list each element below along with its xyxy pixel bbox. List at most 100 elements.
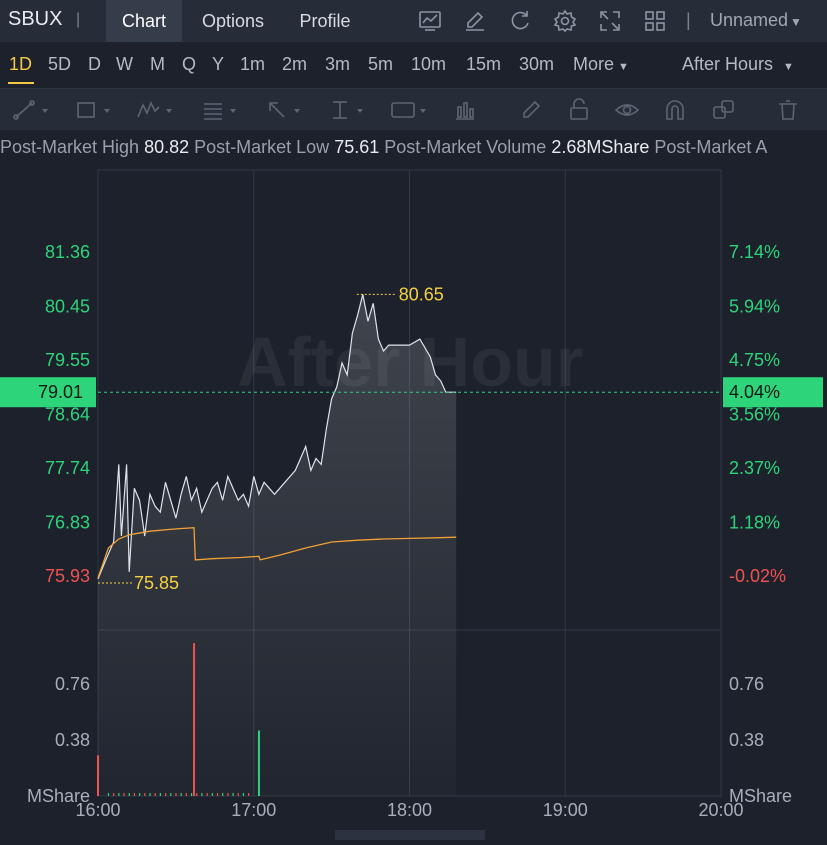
active-interval-underline <box>8 82 34 84</box>
session-label: After Hours <box>682 54 774 74</box>
interval-q[interactable]: Q <box>182 54 196 75</box>
drawing-toolbar <box>0 88 827 130</box>
volume-bar <box>144 793 146 796</box>
current-price-text: 79.01 <box>38 382 83 402</box>
time-tick-label: 16:00 <box>75 800 120 820</box>
rectangle-icon[interactable] <box>72 97 112 123</box>
eye-icon[interactable] <box>614 97 654 123</box>
measure-icon[interactable] <box>325 97 365 123</box>
ticker-symbol[interactable]: SBUX <box>8 8 62 31</box>
percent-tick-label: 5.94% <box>729 296 780 316</box>
volume-bar <box>133 793 136 796</box>
interval-30m[interactable]: 30m <box>519 54 554 75</box>
percent-tick-label: 2.37% <box>729 458 780 478</box>
trend-line-icon[interactable] <box>10 97 50 123</box>
interval-y[interactable]: Y <box>212 54 224 75</box>
trash-icon[interactable] <box>776 97 816 123</box>
volume-bar <box>107 793 110 796</box>
text-annotation-icon[interactable] <box>388 97 428 123</box>
pencil-icon[interactable] <box>518 97 558 123</box>
volume-bar <box>227 793 229 796</box>
chart-area[interactable]: After Hour 81.36 7.14% 80.45 5.94% 79.55 4.75… <box>0 160 827 840</box>
volume-bar <box>248 793 250 796</box>
price-chart-svg[interactable]: After Hour 81.36 7.14%80.45 5.94%79.55 4.75… <box>0 160 827 840</box>
indicator-icon[interactable] <box>450 97 490 123</box>
price-tick-label: 81.36 <box>45 242 90 262</box>
refresh-icon[interactable] <box>507 8 533 34</box>
arrow-icon[interactable] <box>262 97 302 123</box>
time-tick-label: 18:00 <box>387 800 432 820</box>
price-tick-label: 78.64 <box>45 404 90 424</box>
volume-bar <box>242 793 245 796</box>
lock-icon[interactable] <box>566 97 606 123</box>
layout-name-dropdown[interactable]: Unnamed ▼ <box>710 10 802 31</box>
layout-grid-icon[interactable] <box>642 8 668 34</box>
volume-tick-label: 0.38 <box>55 730 90 750</box>
percent-tick-label: 3.56% <box>729 404 780 424</box>
stat-value: 80.82 <box>144 137 190 157</box>
tab-options[interactable]: Options <box>186 0 280 42</box>
volume-bar <box>190 793 193 796</box>
fibonacci-icon[interactable] <box>198 97 238 123</box>
stat-label: Post-Market High <box>0 137 140 157</box>
volume-bar <box>159 793 161 796</box>
volume-bar <box>211 793 213 796</box>
chart-indicator-icon[interactable] <box>417 8 443 34</box>
stat-label: Post-Market Low <box>194 137 330 157</box>
interval-5d[interactable]: 5D <box>48 54 71 75</box>
interval-w[interactable]: W <box>116 54 133 75</box>
interval-2m[interactable]: 2m <box>282 54 307 75</box>
interval-5m[interactable]: 5m <box>368 54 393 75</box>
edit-icon[interactable] <box>462 8 488 34</box>
ticker-separator: | <box>76 11 81 28</box>
volume-bar <box>206 793 208 796</box>
interval-1m[interactable]: 1m <box>240 54 265 75</box>
volume-tick-label: 0.76 <box>55 674 90 694</box>
percent-tick-label: -0.02% <box>729 566 786 586</box>
price-tick-label: 80.45 <box>45 296 90 316</box>
stat-label: Post-Market A <box>654 137 768 157</box>
tab-chart[interactable]: Chart <box>106 0 182 42</box>
settings-icon[interactable] <box>552 8 578 34</box>
volume-bar <box>232 793 234 796</box>
volume-bar <box>185 793 187 796</box>
layout-separator: | <box>686 10 691 30</box>
interval-m[interactable]: M <box>150 54 165 75</box>
chevron-down-icon: ▼ <box>783 61 794 73</box>
magnet-icon[interactable] <box>662 97 702 123</box>
volume-bar <box>216 793 219 796</box>
interval-15m[interactable]: 15m <box>466 54 501 75</box>
interval-3m[interactable]: 3m <box>325 54 350 75</box>
volume-bar <box>222 793 224 796</box>
chevron-down-icon: ▼ <box>790 15 802 29</box>
volume-bar <box>139 793 141 796</box>
volume-bar <box>201 793 203 796</box>
interval-d[interactable]: D <box>88 54 101 75</box>
volume-bar <box>180 793 182 796</box>
session-dropdown[interactable]: After Hours ▼ <box>682 54 794 75</box>
interval-10m[interactable]: 10m <box>411 54 446 75</box>
fullscreen-icon[interactable] <box>597 8 623 34</box>
price-tick-label: 76.83 <box>45 512 90 532</box>
percent-tick-label: 7.14% <box>729 242 780 262</box>
top-bar: SBUX | Chart Options Profile | Unnamed ▼ <box>0 0 827 42</box>
volume-bar <box>193 643 196 796</box>
low-marker-label: 75.85 <box>134 573 179 593</box>
bottom-panel-handle[interactable] <box>335 830 485 840</box>
clone-icon[interactable] <box>710 97 750 123</box>
interval-more[interactable]: More ▼ <box>573 54 629 75</box>
stat-value: 2.68MShare <box>551 137 650 157</box>
price-tick-label: 77.74 <box>45 458 90 478</box>
time-tick-label: 17:00 <box>231 800 276 820</box>
interval-1d[interactable]: 1D <box>9 54 32 75</box>
stat-label: Post-Market Volume <box>384 137 547 157</box>
tab-profile[interactable]: Profile <box>284 0 366 42</box>
wave-pattern-icon[interactable] <box>134 97 174 123</box>
volume-bar <box>97 755 99 796</box>
volume-bar <box>123 793 125 796</box>
volume-bar <box>196 793 198 796</box>
volume-tick-label: 0.76 <box>729 674 764 694</box>
volume-bar <box>154 793 156 796</box>
chevron-down-icon: ▼ <box>618 61 629 73</box>
high-marker-label: 80.65 <box>399 284 444 304</box>
